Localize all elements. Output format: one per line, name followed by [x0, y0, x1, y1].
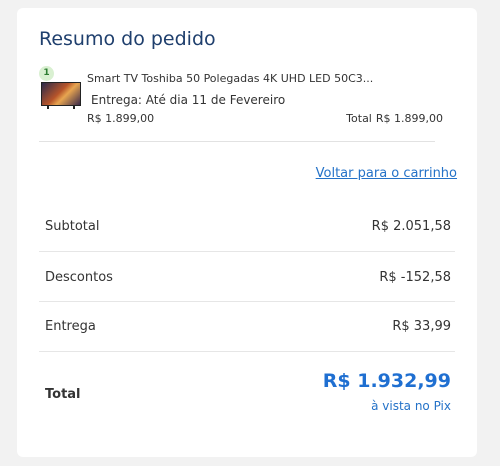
total-value: R$ 1.932,99 [322, 370, 451, 392]
row-divider [39, 251, 455, 252]
delivery-estimate: Entrega: Até dia 11 de Fevereiro [91, 93, 286, 107]
row-divider [39, 301, 455, 302]
row-divider [39, 351, 455, 352]
quantity-badge: 1 [39, 66, 54, 81]
item-divider [39, 141, 435, 142]
discounts-value: R$ -152,58 [379, 270, 451, 285]
order-summary-title: Resumo do pedido [39, 28, 216, 50]
item-total-value: R$ 1.899,00 [375, 112, 443, 125]
delivery-value: R$ 33,99 [392, 319, 451, 334]
product-name: Smart TV Toshiba 50 Polegadas 4K UHD LED… [87, 72, 374, 85]
subtotal-label: Subtotal [45, 219, 100, 234]
order-summary-card: Resumo do pedido 1 Smart TV Toshiba 50 P… [17, 8, 477, 457]
item-total: Total R$ 1.899,00 [346, 112, 443, 125]
tv-screen [41, 82, 81, 106]
tv-icon [41, 82, 81, 110]
total-label: Total [45, 387, 81, 402]
tv-stand-left [47, 105, 49, 109]
item-total-label: Total [346, 112, 372, 125]
delivery-label: Entrega [45, 319, 96, 334]
back-to-cart-link[interactable]: Voltar para o carrinho [316, 166, 457, 181]
total-payment-note: à vista no Pix [371, 399, 451, 413]
subtotal-value: R$ 2.051,58 [371, 219, 451, 234]
discounts-label: Descontos [45, 270, 113, 285]
tv-stand-right [73, 105, 75, 109]
unit-price: R$ 1.899,00 [87, 112, 155, 125]
product-thumbnail[interactable]: 1 [39, 66, 81, 110]
